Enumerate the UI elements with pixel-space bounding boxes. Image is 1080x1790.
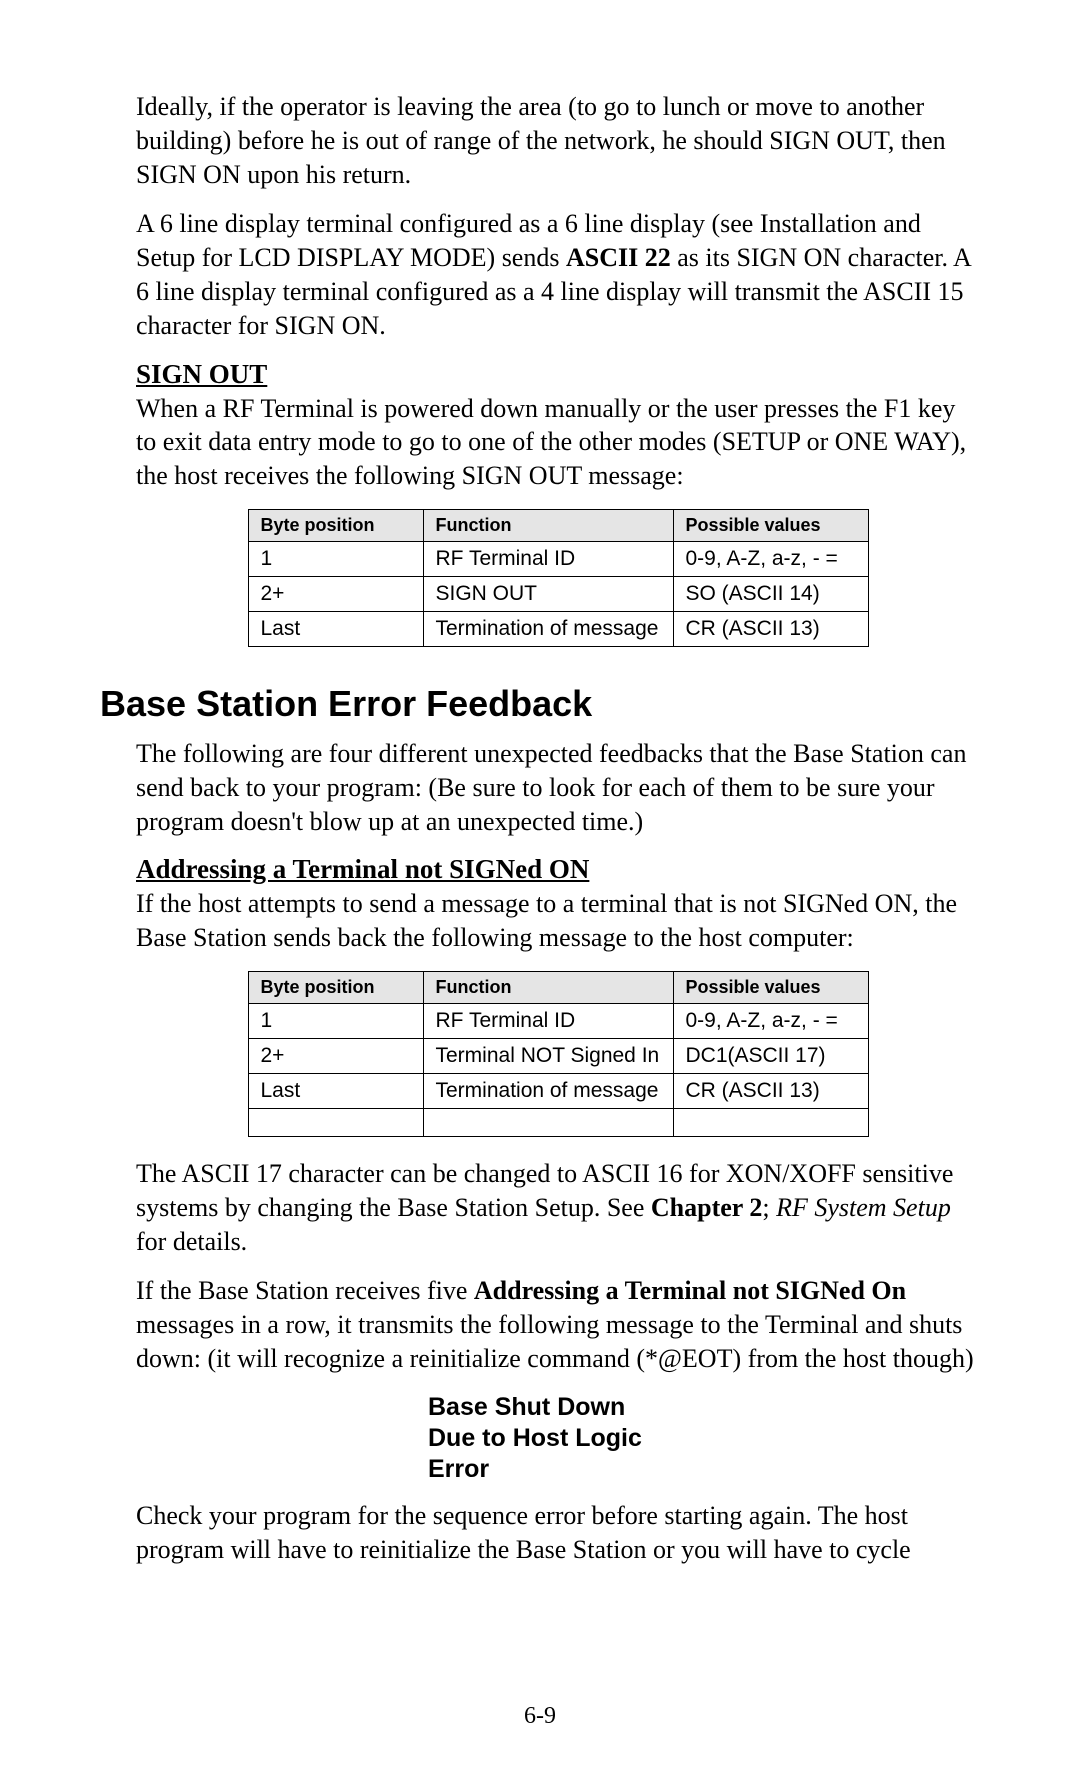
text-italic: RF System Setup [776,1193,951,1222]
cell: 2+ [248,576,423,611]
cell: 0-9, A-Z, a-z, - = [673,541,868,576]
text: Base Shut Down [428,1392,688,1423]
table-row: Last Termination of message CR (ASCII 13… [248,611,868,646]
th-func: Function [423,509,673,541]
cell [673,1108,868,1136]
cell: 1 [248,541,423,576]
text-bold: ASCII 22 [566,243,671,272]
paragraph-five: If the Base Station receives five Addres… [136,1274,980,1375]
table-row: Last Termination of message CR (ASCII 13… [248,1073,868,1108]
cell: 1 [248,1003,423,1038]
text-bold: Chapter 2 [651,1193,762,1222]
cell: Last [248,611,423,646]
heading-signout: SIGN OUT [136,359,980,390]
table-signout: Byte position Function Possible values 1… [248,509,869,647]
page-number: 6-9 [0,1703,1080,1730]
table-row-empty [248,1108,868,1136]
cell: Termination of message [423,1073,673,1108]
paragraph-bsef: The following are four different unexpec… [136,737,980,838]
cell: CR (ASCII 13) [673,611,868,646]
table-row: 2+ Terminal NOT Signed In DC1(ASCII 17) [248,1038,868,1073]
cell: 0-9, A-Z, a-z, - = [673,1003,868,1038]
cell: SO (ASCII 14) [673,576,868,611]
cell: Last [248,1073,423,1108]
text: messages in a row, it transmits the foll… [136,1310,974,1373]
th-func: Function [423,971,673,1003]
text: Error [428,1454,688,1485]
text: Due to Host Logic [428,1423,688,1454]
cell: Terminal NOT Signed In [423,1038,673,1073]
paragraph-check: Check your program for the sequence erro… [136,1499,980,1567]
paragraph-ascii22: A 6 line display terminal configured as … [136,207,980,342]
cell: DC1(ASCII 17) [673,1038,868,1073]
cell: CR (ASCII 13) [673,1073,868,1108]
table-row: 2+ SIGN OUT SO (ASCII 14) [248,576,868,611]
cell: RF Terminal ID [423,541,673,576]
cell: SIGN OUT [423,576,673,611]
cell: Termination of message [423,611,673,646]
heading-base-station: Base Station Error Feedback [100,683,980,725]
table-row: 1 RF Terminal ID 0-9, A-Z, a-z, - = [248,1003,868,1038]
th-val: Possible values [673,509,868,541]
paragraph-signout: When a RF Terminal is powered down manua… [136,392,980,493]
cell: 2+ [248,1038,423,1073]
heading-addressing: Addressing a Terminal not SIGNed ON [136,854,980,885]
th-byte: Byte position [248,509,423,541]
paragraph-addressing: If the host attempts to send a message t… [136,887,980,955]
text: If the Base Station receives five [136,1276,474,1305]
cell [423,1108,673,1136]
text-bold: Addressing a Terminal not SIGNed On [474,1276,906,1305]
shutdown-message: Base Shut Down Due to Host Logic Error [428,1392,688,1486]
text: ; [762,1193,776,1222]
cell [248,1108,423,1136]
th-byte: Byte position [248,971,423,1003]
th-val: Possible values [673,971,868,1003]
text: for details. [136,1227,247,1256]
paragraph-ideal: Ideally, if the operator is leaving the … [136,90,980,191]
table-row: 1 RF Terminal ID 0-9, A-Z, a-z, - = [248,541,868,576]
paragraph-ascii17: The ASCII 17 character can be changed to… [136,1157,980,1258]
table-addressing: Byte position Function Possible values 1… [248,971,869,1137]
cell: RF Terminal ID [423,1003,673,1038]
